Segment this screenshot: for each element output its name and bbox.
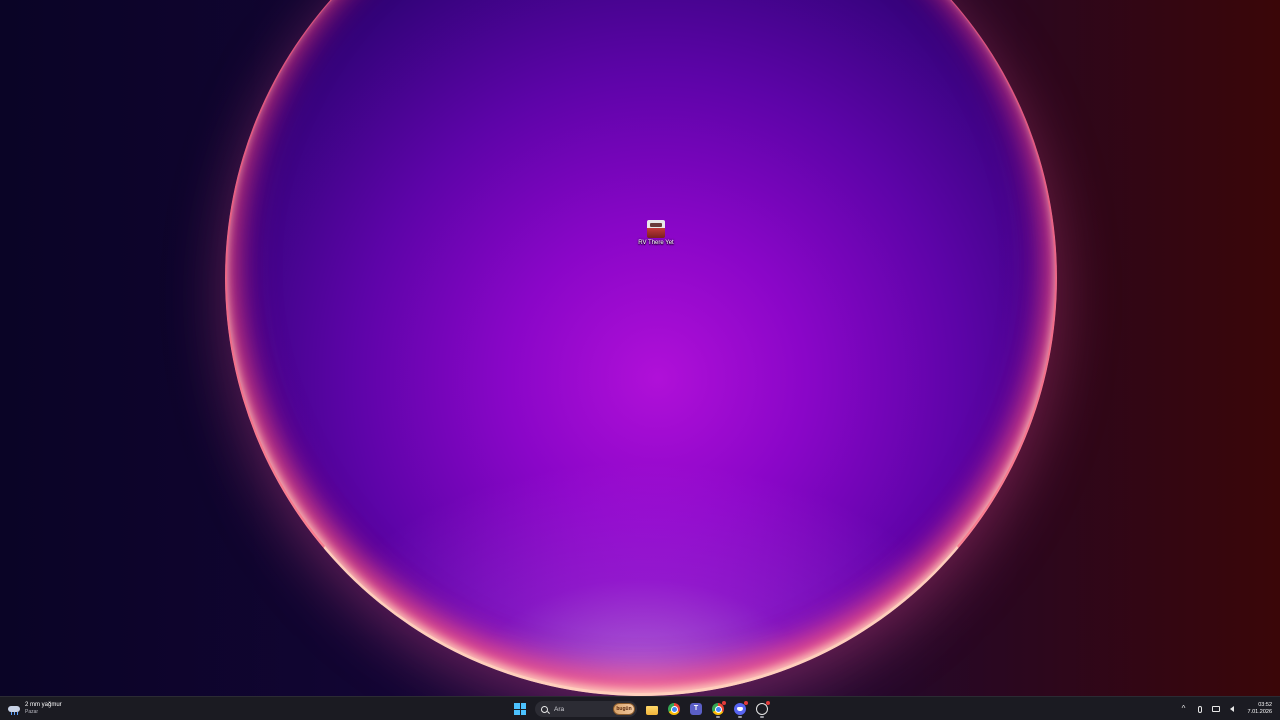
network-tray-button[interactable]	[1210, 703, 1222, 715]
taskbar-center: Ara bugün T	[509, 697, 773, 721]
windows-logo-icon	[514, 703, 526, 715]
search-icon	[541, 705, 548, 713]
notification-badge	[722, 701, 726, 705]
network-icon	[1211, 706, 1220, 712]
clock-button[interactable]: 03:52 7.01.2026	[1248, 702, 1272, 716]
taskbar-app-github-desktop[interactable]	[753, 700, 771, 718]
taskbar-app-google-chrome-profile[interactable]	[709, 700, 727, 718]
microphone-icon	[1197, 705, 1202, 713]
running-indicator	[760, 716, 764, 718]
desktop-icon-label: RV There Yet	[638, 240, 674, 246]
teams-icon: T	[690, 703, 702, 715]
desktop-wallpaper[interactable]: RV There Yet	[0, 0, 1280, 696]
clock-time: 03:52	[1258, 702, 1272, 708]
running-indicator	[716, 716, 720, 718]
weather-summary: 2 mm yağmur	[25, 702, 62, 708]
folder-icon	[646, 705, 658, 715]
chrome-icon	[668, 703, 680, 715]
show-hidden-icons-button[interactable]: ^	[1178, 703, 1190, 715]
desktop-icon-rv-there-yet[interactable]: RV There Yet	[631, 218, 681, 247]
chevron-up-icon: ^	[1181, 704, 1186, 713]
notification-badge	[766, 701, 770, 705]
taskbar-app-file-explorer[interactable]	[643, 700, 661, 718]
weather-widget[interactable]: 2 mm yağmur Pazar	[8, 699, 62, 719]
microphone-tray-button[interactable]	[1194, 703, 1206, 715]
taskbar-app-google-chrome[interactable]	[665, 700, 683, 718]
running-indicator	[738, 716, 742, 718]
rv-there-yet-app-icon	[647, 220, 665, 238]
taskbar-search-box[interactable]: Ara bugün	[535, 701, 637, 717]
wallpaper-orb	[225, 0, 1057, 696]
rain-cloud-icon	[8, 704, 20, 715]
clock-date: 7.01.2026	[1247, 709, 1272, 715]
start-button[interactable]	[511, 700, 529, 718]
taskbar-app-discord[interactable]	[731, 700, 749, 718]
speaker-icon	[1229, 706, 1234, 712]
system-tray: ^ 03:52 7.01.2026	[1176, 697, 1272, 721]
notification-badge	[744, 701, 748, 705]
weather-day: Pazar	[25, 709, 39, 715]
search-highlight-badge[interactable]: bugün	[613, 703, 635, 715]
taskbar-app-microsoft-teams[interactable]: T	[687, 700, 705, 718]
taskbar: 2 mm yağmur Pazar Ara bugün T ^ 03:52 7.…	[0, 696, 1280, 720]
volume-tray-button[interactable]	[1226, 703, 1238, 715]
search-placeholder: Ara	[554, 705, 565, 713]
